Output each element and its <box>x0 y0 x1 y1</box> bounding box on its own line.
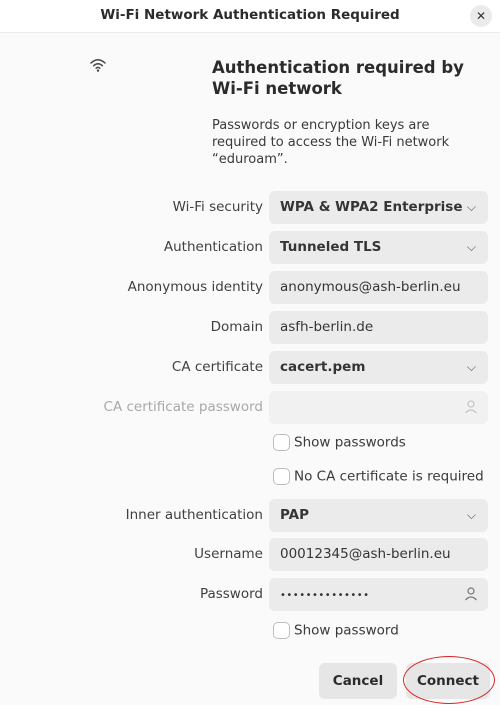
show-password-checkbox-row[interactable]: Show password <box>273 622 399 642</box>
username-value: 00012345@ash-berlin.eu <box>280 546 451 562</box>
no-ca-required-label: No CA certificate is required <box>294 468 484 485</box>
dialog-description: Passwords or encryption keys are require… <box>212 118 450 167</box>
password-input[interactable]: •••••••••••••• <box>269 578 488 611</box>
username-label: Username <box>194 546 263 562</box>
ca-certificate-password-input[interactable] <box>269 391 488 424</box>
no-ca-required-checkbox-row[interactable]: No CA certificate is required <box>273 468 484 488</box>
show-password-checkbox[interactable] <box>273 622 290 639</box>
password-options-icon <box>465 400 477 414</box>
close-icon: ✕ <box>475 9 487 23</box>
chevron-down-icon: ⌵ <box>466 200 476 214</box>
wifi-security-value: WPA & WPA2 Enterprise <box>280 199 463 215</box>
connect-highlight-circle <box>403 656 495 704</box>
show-passwords-checkbox-row[interactable]: Show passwords <box>273 434 406 454</box>
show-password-label: Show password <box>294 622 399 639</box>
ca-certificate-dropdown[interactable]: cacert.pem ⌵ <box>269 351 488 384</box>
dialog-heading: Authentication required by Wi-Fi network <box>212 58 464 98</box>
window-title: Wi-Fi Network Authentication Required <box>100 7 400 23</box>
password-options-icon[interactable] <box>463 586 479 602</box>
password-label: Password <box>199 586 263 602</box>
chevron-down-icon: ⌵ <box>466 360 476 374</box>
show-passwords-checkbox[interactable] <box>273 434 290 451</box>
wifi-icon <box>90 59 106 72</box>
domain-label: Domain <box>210 319 263 335</box>
wifi-security-dropdown[interactable]: WPA & WPA2 Enterprise ⌵ <box>269 191 488 224</box>
domain-value: asfh-berlin.de <box>280 319 374 335</box>
authentication-dropdown[interactable]: Tunneled TLS ⌵ <box>269 231 488 264</box>
no-ca-required-checkbox[interactable] <box>273 468 290 485</box>
cancel-button[interactable]: Cancel <box>319 663 397 699</box>
close-button[interactable]: ✕ <box>470 5 492 27</box>
inner-authentication-label: Inner authentication <box>125 507 263 523</box>
anonymous-identity-label: Anonymous identity <box>127 279 263 295</box>
anonymous-identity-input[interactable]: anonymous@ash-berlin.eu <box>269 271 488 304</box>
domain-input[interactable]: asfh-berlin.de <box>269 311 488 344</box>
wifi-security-label: Wi-Fi security <box>172 199 263 215</box>
title-bar: Wi-Fi Network Authentication Required ✕ <box>0 0 500 33</box>
inner-authentication-dropdown[interactable]: PAP ⌵ <box>269 499 488 532</box>
username-input[interactable]: 00012345@ash-berlin.eu <box>269 538 488 571</box>
ca-certificate-label: CA certificate <box>171 359 263 375</box>
ca-certificate-password-label: CA certificate password <box>103 399 263 415</box>
anonymous-identity-value: anonymous@ash-berlin.eu <box>280 279 461 295</box>
ca-certificate-value: cacert.pem <box>280 359 366 375</box>
authentication-value: Tunneled TLS <box>280 239 382 255</box>
authentication-label: Authentication <box>163 239 263 255</box>
wifi-auth-dialog: Wi-Fi Network Authentication Required ✕ … <box>0 0 500 705</box>
inner-authentication-value: PAP <box>280 507 309 523</box>
chevron-down-icon: ⌵ <box>466 240 476 254</box>
show-passwords-label: Show passwords <box>294 434 406 451</box>
chevron-down-icon: ⌵ <box>466 508 476 522</box>
password-value: •••••••••••••• <box>280 590 370 601</box>
